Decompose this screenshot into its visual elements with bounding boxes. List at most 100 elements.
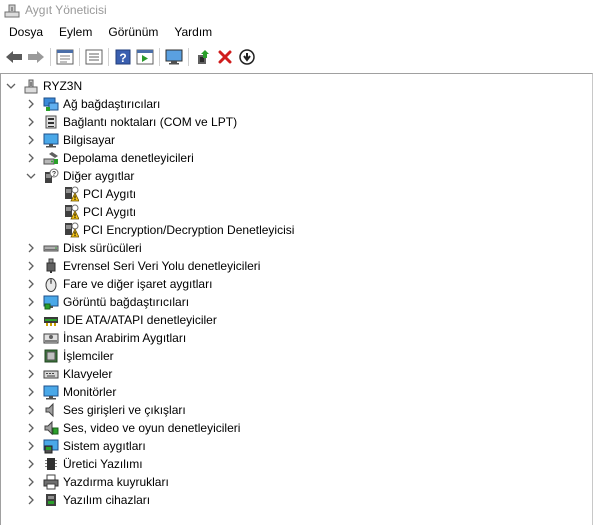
toolbar-separator [79,48,80,66]
tree-category-monitorler[interactable]: Monitörler [25,383,116,401]
run-icon[interactable] [134,46,156,68]
port-icon [43,114,59,130]
chevron-right-icon[interactable] [25,419,37,437]
menu-file[interactable]: Dosya [0,22,51,42]
tree-item-label: Ağ bağdaştırıcıları [63,97,161,111]
uninstall-icon[interactable] [214,46,236,68]
tree-item-label: İşlemciler [63,349,114,363]
tree-item-label: Görüntü bağdaştırıcıları [63,295,190,309]
tree-category-sistem-aygitlari[interactable]: Sistem aygıtları [25,437,146,455]
device-manager-app-icon [4,4,20,18]
tree-item-label: Ses girişleri ve çıkışları [63,403,186,417]
tree-item-label: Disk sürücüleri [63,241,142,255]
tree-item-label: Bağlantı noktaları (COM ve LPT) [63,115,238,129]
help-icon[interactable]: ? [112,46,134,68]
chevron-right-icon[interactable] [25,491,37,509]
chevron-right-icon[interactable] [25,95,37,113]
tree-category-diger-aygitlar[interactable]: ? Diğer aygıtlar [25,167,134,185]
storage-controller-icon [43,150,59,166]
chevron-right-icon[interactable] [25,329,37,347]
tree-category-goruntu-bagdastiricilari[interactable]: Görüntü bağdaştırıcıları [25,293,189,311]
hid-icon [43,330,59,346]
tree-item-label: RYZ3N [43,79,83,93]
computer-root-icon [23,78,39,94]
menu-help[interactable]: Yardım [166,22,220,42]
tree-category-bilgisayar[interactable]: Bilgisayar [25,131,115,149]
chevron-right-icon[interactable] [25,437,37,455]
chevron-right-icon[interactable] [25,347,37,365]
title-bar: Aygıt Yöneticisi [0,0,593,22]
tree-root-computer[interactable]: RYZ3N [5,77,82,95]
properties-icon[interactable] [54,46,76,68]
toolbar-separator [159,48,160,66]
tree-category-ag-bagdastiricilari[interactable]: Ağ bağdaştırıcıları [25,95,160,113]
tree-item-label: PCI Aygıtı [83,187,137,201]
sound-controller-icon [43,420,59,436]
other-devices-icon: ? [43,168,59,184]
chevron-right-icon[interactable] [25,365,37,383]
chevron-right-icon[interactable] [25,131,37,149]
chevron-right-icon[interactable] [25,473,37,491]
processor-icon [43,348,59,364]
tree-category-ide-ata-atapi-denetleyiciler[interactable]: IDE ATA/ATAPI denetleyiciler [25,311,217,329]
tree-item-label: Monitörler [63,385,117,399]
menu-view[interactable]: Görünüm [100,22,166,42]
tree-item-label: Ses, video ve oyun denetleyicileri [63,421,241,435]
update-driver-icon[interactable] [192,46,214,68]
chevron-down-icon[interactable] [5,77,17,95]
download-icon[interactable] [236,46,258,68]
tree-category-yazilim-cihazlari[interactable]: Yazılım cihazları [25,491,150,509]
tree-item-label: IDE ATA/ATAPI denetleyiciler [63,313,217,327]
tree-category-evrensel-seri-veri-yolu-denetleyicileri[interactable]: Evrensel Seri Veri Yolu denetleyicileri [25,257,260,275]
tree-item-label: Bilgisayar [63,133,116,147]
chevron-right-icon[interactable] [25,383,37,401]
pci-warning-icon [63,186,79,202]
menu-action[interactable]: Eylem [51,22,100,42]
tree-category-klavyeler[interactable]: Klavyeler [25,365,112,383]
view-list-icon[interactable] [83,46,105,68]
keyboard-icon [43,366,59,382]
chevron-right-icon[interactable] [25,113,37,131]
tree-category-fare-ve-diger-isaret-aygitlari[interactable]: Fare ve diğer işaret aygıtları [25,275,212,293]
chevron-right-icon[interactable] [25,401,37,419]
tree-device-pci-aygiti[interactable]: PCI Aygıtı [45,185,136,203]
tree-category-insan-arabirim-aygitlari[interactable]: İnsan Arabirim Aygıtları [25,329,186,347]
tree-device-pci-encryption-decryption-denetleyicisi[interactable]: PCI Encryption/Decryption Denetleyicisi [45,221,294,239]
tree-category-ses-girisleri-ve-cikislari[interactable]: Ses girişleri ve çıkışları [25,401,186,419]
chevron-right-icon[interactable] [25,311,37,329]
chevron-right-icon[interactable] [25,293,37,311]
disk-drive-icon [43,240,59,256]
tree-category-yazdirma-kuyruklari[interactable]: Yazdırma kuyrukları [25,473,169,491]
toolbar-separator [50,48,51,66]
tree-category-islemciler[interactable]: İşlemciler [25,347,114,365]
usb-icon [43,258,59,274]
chevron-right-icon[interactable] [25,257,37,275]
chevron-right-icon[interactable] [25,275,37,293]
tree-device-pci-aygiti[interactable]: PCI Aygıtı [45,203,136,221]
chevron-right-icon[interactable] [25,455,37,473]
tree-item-label: Yazdırma kuyrukları [63,475,169,489]
chevron-down-icon[interactable] [25,167,37,185]
monitor-scan-icon[interactable] [163,46,185,68]
tree-item-label: İnsan Arabirim Aygıtları [63,331,187,345]
svg-text:?: ? [119,51,126,65]
chevron-right-icon[interactable] [25,239,37,257]
device-tree[interactable]: RYZ3N Ağ bağdaştırıcıları Bağlantı noktala… [0,73,593,525]
tree-item-label: Yazılım cihazları [63,493,151,507]
tree-category-baglanti-noktalari-com-ve-lpt[interactable]: Bağlantı noktaları (COM ve LPT) [25,113,237,131]
forward-icon[interactable] [25,46,47,68]
tree-category-depolama-denetleyicileri[interactable]: Depolama denetleyicileri [25,149,194,167]
pci-warning-icon [63,204,79,220]
tree-category-uretici-yazilimi[interactable]: Üretici Yazılımı [25,455,143,473]
display-adapter-icon [43,294,59,310]
back-icon[interactable] [3,46,25,68]
tree-item-label: Evrensel Seri Veri Yolu denetleyicileri [63,259,261,273]
tree-category-ses-video-ve-oyun-denetleyicileri[interactable]: Ses, video ve oyun denetleyicileri [25,419,240,437]
network-adapter-icon [43,96,59,112]
tree-item-label: Üretici Yazılımı [63,457,143,471]
tree-category-disk-suruculeri[interactable]: Disk sürücüleri [25,239,142,257]
chevron-right-icon[interactable] [25,149,37,167]
